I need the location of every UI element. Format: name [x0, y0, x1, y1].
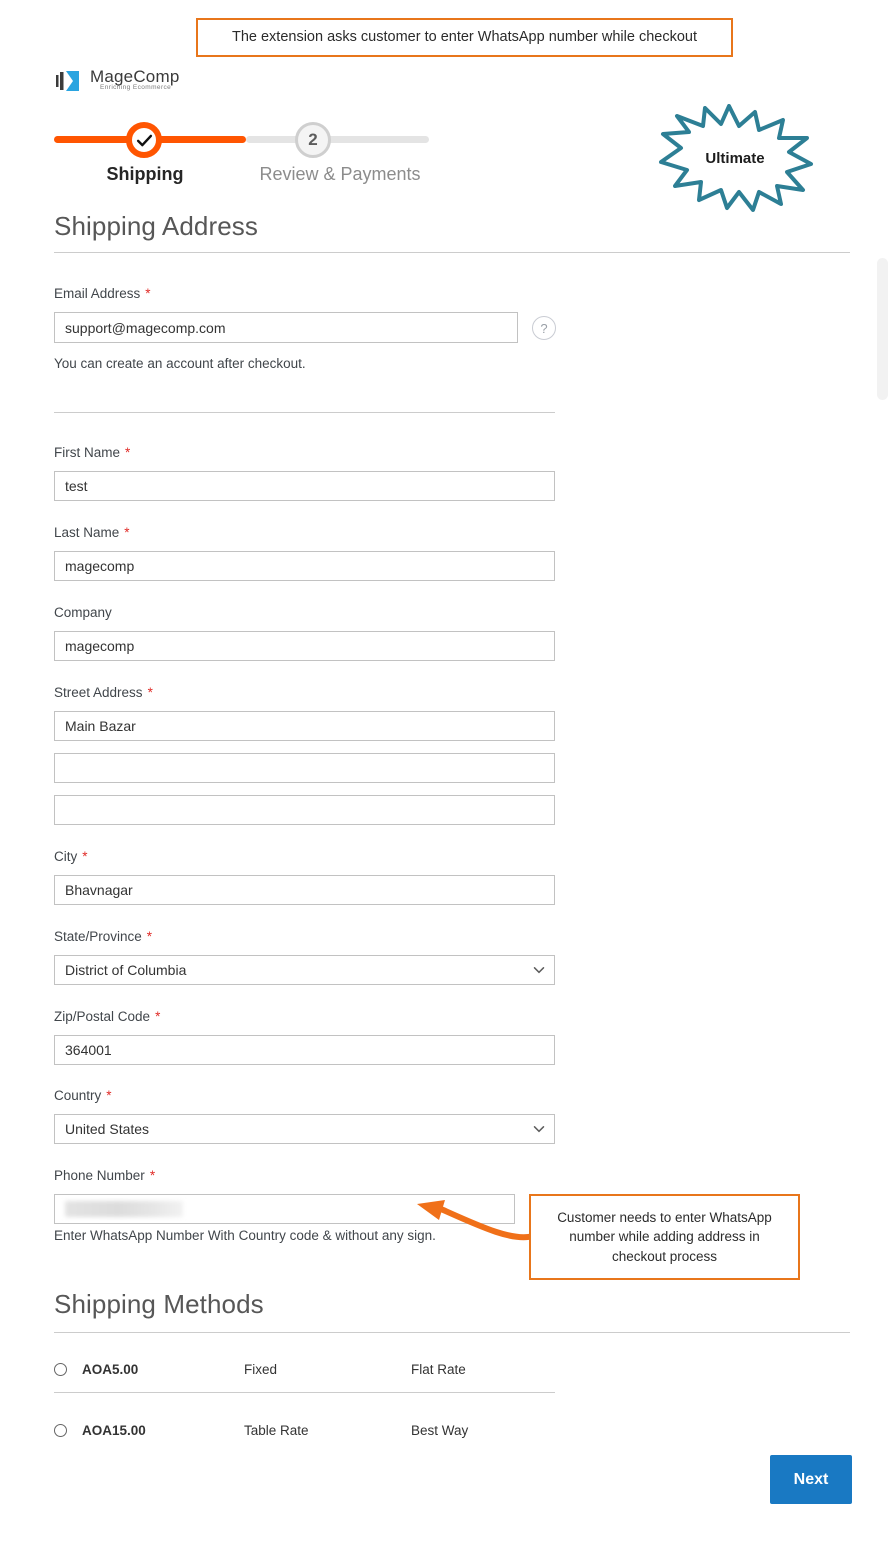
ultimate-badge-label: Ultimate	[705, 150, 765, 167]
page-title-shipping-methods: Shipping Methods	[54, 1289, 264, 1319]
scrollbar[interactable]	[873, 0, 889, 1544]
required-marker: *	[125, 445, 131, 460]
city-field[interactable]: Bhavnagar	[54, 875, 555, 905]
progress-label-shipping: Shipping	[106, 164, 184, 184]
last-name-field[interactable]: magecomp	[54, 551, 555, 581]
shipping-method-price: AOA15.00	[82, 1423, 146, 1438]
required-marker: *	[82, 849, 88, 864]
check-icon	[136, 134, 152, 146]
logo-mark-icon	[56, 71, 79, 91]
redacted-phone-value	[65, 1201, 183, 1217]
zip-code-field[interactable]: 364001	[54, 1035, 555, 1065]
label-last-name: Last Name *	[54, 525, 130, 540]
section-divider-shipping-address	[54, 252, 850, 253]
email-field[interactable]: support@magecomp.com	[54, 312, 518, 343]
street-address-line-2[interactable]	[54, 753, 555, 783]
question-mark-icon[interactable]: ?	[532, 316, 556, 340]
section-divider-shipping-methods	[54, 1332, 850, 1333]
street-address-line-3[interactable]	[54, 795, 555, 825]
progress-bar-remaining	[246, 136, 429, 143]
progress-step-shipping[interactable]	[126, 122, 162, 158]
shipping-method-radio[interactable]	[54, 1424, 67, 1437]
required-marker: *	[145, 286, 151, 301]
label-state-province: State/Province *	[54, 929, 153, 944]
checkout-page: The extension asks customer to enter Wha…	[0, 0, 889, 1544]
table-row[interactable]: AOA5.00 Fixed Flat Rate	[54, 1352, 555, 1392]
shipping-method-type: Fixed	[244, 1362, 278, 1377]
label-email: Email Address *	[54, 286, 151, 301]
scrollbar-thumb[interactable]	[877, 258, 888, 400]
label-zip-code: Zip/Postal Code *	[54, 1009, 161, 1024]
required-marker: *	[146, 929, 153, 944]
annotation-arrow-icon	[405, 1190, 540, 1250]
required-marker: *	[106, 1088, 112, 1103]
first-name-field[interactable]: test	[54, 471, 555, 501]
email-hint: You can create an account after checkout…	[54, 356, 306, 371]
shipping-row-divider	[54, 1392, 555, 1393]
shipping-method-price: AOA5.00	[82, 1362, 139, 1377]
street-address-line-1[interactable]: Main Bazar	[54, 711, 555, 741]
next-button[interactable]: Next	[770, 1455, 852, 1504]
annotation-phone-note: Customer needs to enter WhatsApp number …	[529, 1194, 800, 1280]
progress-step-review[interactable]: 2	[295, 122, 331, 158]
country-select[interactable]: United States	[54, 1114, 555, 1144]
progress-label-review: Review & Payments	[259, 164, 421, 184]
checkout-progress-bar: 2 Shipping Review & Payments	[54, 122, 429, 192]
label-company: Company	[54, 605, 112, 620]
shipping-method-carrier: Best Way	[411, 1423, 469, 1438]
shipping-method-radio[interactable]	[54, 1363, 67, 1376]
logo-tagline: Enriching Ecommerce	[100, 84, 172, 91]
shipping-method-type: Table Rate	[244, 1423, 309, 1438]
label-street-address: Street Address *	[54, 685, 153, 700]
phone-hint: Enter WhatsApp Number With Country code …	[54, 1228, 436, 1243]
required-marker: *	[149, 1168, 156, 1183]
label-first-name: First Name *	[54, 445, 131, 460]
label-phone-number: Phone Number *	[54, 1168, 156, 1183]
table-row[interactable]: AOA15.00 Table Rate Best Way	[54, 1413, 555, 1453]
label-country: Country *	[54, 1088, 112, 1103]
ultimate-badge: Ultimate	[655, 104, 815, 214]
state-province-select[interactable]: District of Columbia	[54, 955, 555, 985]
required-marker: *	[124, 525, 130, 540]
required-marker: *	[147, 685, 153, 700]
page-title-shipping-address: Shipping Address	[54, 211, 258, 241]
required-marker: *	[155, 1009, 161, 1024]
shipping-method-carrier: Flat Rate	[411, 1362, 466, 1377]
magecomp-logo: MageComp Enriching Ecommerce	[56, 67, 236, 96]
divider-after-email	[54, 412, 555, 413]
label-city: City *	[54, 849, 88, 864]
company-field[interactable]: magecomp	[54, 631, 555, 661]
annotation-top-note: The extension asks customer to enter Wha…	[196, 18, 733, 57]
